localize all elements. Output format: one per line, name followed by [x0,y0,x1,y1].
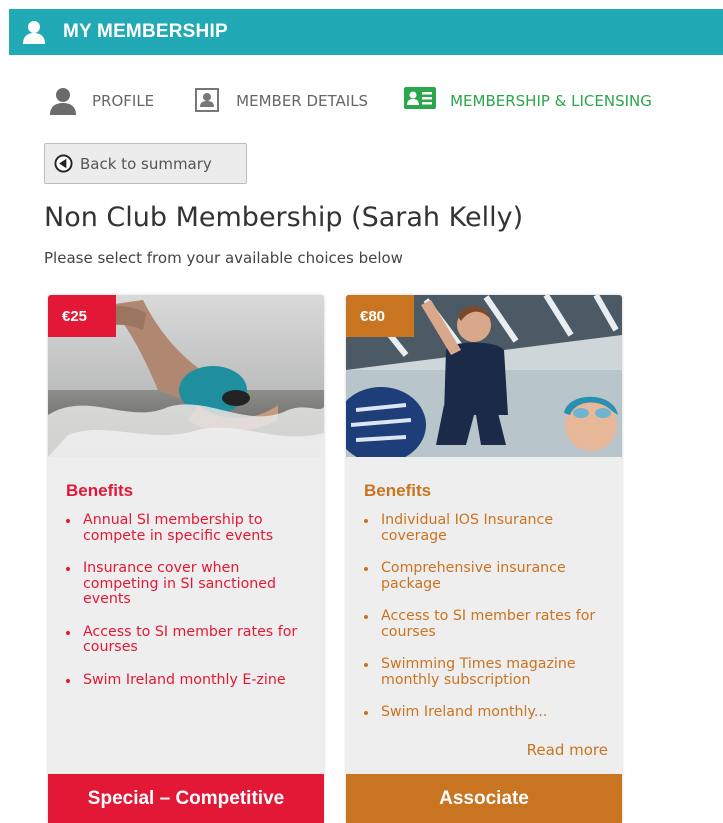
price-badge: €25 [48,295,116,337]
back-button-label: Back to summary [80,154,212,173]
select-special-competitive-button[interactable]: Special – Competitive [48,774,324,823]
header-bar: MY MEMBERSHIP [9,9,723,55]
benefit-item: Insurance cover when competing in SI san… [66,560,314,608]
benefit-item: Access to SI member rates for courses [66,624,314,656]
page-subtitle: Please select from your available choice… [44,249,403,267]
membership-nav: PROFILE MEMBER DETAILS MEMBERSHIP & LICE… [48,86,723,116]
back-to-summary-button[interactable]: Back to summary [44,143,247,184]
benefits-heading: Benefits [364,481,432,500]
tab-membership-licensing[interactable]: MEMBERSHIP & LICENSING [404,87,652,115]
benefits-list: Annual SI membership to compete in speci… [66,512,314,705]
page-title: Non Club Membership (Sarah Kelly) [44,202,524,233]
read-more-link[interactable]: Read more [527,741,608,759]
benefit-item: Swim Ireland monthly... [364,704,612,721]
user-icon [21,19,47,45]
membership-card-associate: €80 Benefits Individual IOS Insurance co… [346,295,622,823]
tab-member-details[interactable]: MEMBER DETAILS [194,87,368,115]
user-icon [48,87,78,115]
benefit-item: Comprehensive insurance package [364,560,612,592]
tab-profile[interactable]: PROFILE [48,87,154,115]
benefit-item: Swimming Times magazine monthly subscrip… [364,656,612,688]
membership-card-special-competitive: €25 Benefits Annual SI membership to com… [48,295,324,823]
tab-membership-licensing-label: MEMBERSHIP & LICENSING [450,92,652,110]
id-card-icon [404,87,437,115]
benefit-item: Access to SI member rates for courses [364,608,612,640]
benefit-item: Annual SI membership to compete in speci… [66,512,314,544]
select-associate-button[interactable]: Associate [346,774,622,823]
tab-member-details-label: MEMBER DETAILS [236,92,369,110]
id-badge-icon [194,87,220,115]
header-title: MY MEMBERSHIP [63,21,228,42]
benefit-item: Swim Ireland monthly E-zine [66,672,314,689]
benefits-list: Individual IOS Insurance coverage Compre… [364,512,612,738]
back-arrow-icon [54,154,73,173]
tab-profile-label: PROFILE [92,92,155,110]
price-badge: €80 [346,295,414,337]
benefits-heading: Benefits [66,481,134,500]
benefit-item: Individual IOS Insurance coverage [364,512,612,544]
